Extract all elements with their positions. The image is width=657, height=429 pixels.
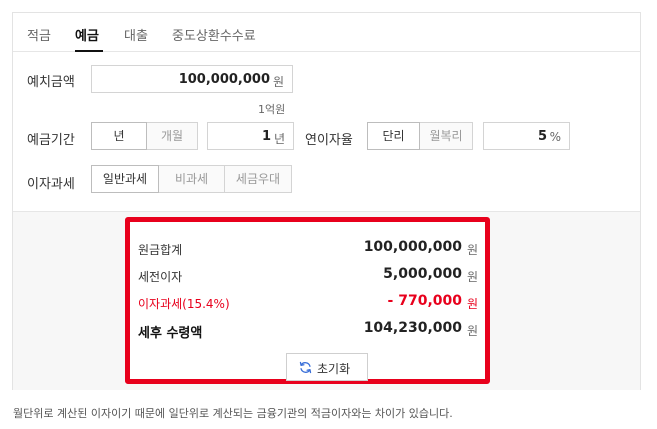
principal-label: 원금합계 bbox=[138, 243, 183, 257]
deposit-amount-unit: 원 bbox=[272, 75, 284, 89]
reset-label: 초기화 bbox=[317, 362, 351, 376]
tab-loan[interactable]: 대출 bbox=[124, 25, 148, 44]
tab-savings[interactable]: 적금 bbox=[27, 25, 51, 44]
tax-option-general[interactable]: 일반과세 bbox=[91, 165, 159, 193]
interest-tax-unit: 원 bbox=[466, 297, 478, 311]
after-tax-unit: 원 bbox=[466, 324, 478, 338]
pretax-interest-value: 5,000,000 bbox=[383, 266, 462, 282]
rate-label: 연이자율 bbox=[305, 133, 353, 148]
period-unit-year[interactable]: 년 bbox=[91, 122, 147, 150]
deposit-amount-value: 100,000,000 bbox=[178, 72, 270, 87]
rate-type-monthly-compound[interactable]: 월복리 bbox=[419, 122, 473, 150]
tab-deposit[interactable]: 예금 bbox=[75, 25, 99, 44]
result-row-interest-tax: 이자과세(15.4%) - 770,000 원 bbox=[138, 293, 478, 313]
after-tax-value: 104,230,000 bbox=[363, 320, 462, 336]
tab-prepayment-fee[interactable]: 중도상환수수료 bbox=[172, 25, 256, 44]
result-row-after-tax: 세후 수령액 104,230,000 원 bbox=[138, 320, 478, 341]
principal-value: 100,000,000 bbox=[363, 239, 462, 255]
calculator-card: 적금 예금 대출 중도상환수수료 예치금액 100,000,000 원 1억원 … bbox=[12, 12, 641, 390]
period-input[interactable]: 1 년 bbox=[207, 122, 294, 150]
result-box: 원금합계 100,000,000 원 세전이자 5,000,000 원 이자과세… bbox=[125, 217, 490, 384]
interest-tax-label: 이자과세(15.4%) bbox=[138, 297, 230, 311]
deposit-amount-hint: 1억원 bbox=[258, 103, 286, 116]
period-value: 1 bbox=[261, 129, 271, 144]
refresh-icon bbox=[299, 361, 312, 374]
period-unit: 년 bbox=[273, 132, 285, 146]
pretax-interest-unit: 원 bbox=[466, 270, 478, 284]
rate-value: 5 bbox=[537, 129, 547, 144]
rate-unit: % bbox=[549, 130, 561, 144]
tax-option-exempt[interactable]: 비과세 bbox=[158, 165, 225, 193]
tab-bar: 적금 예금 대출 중도상환수수료 bbox=[13, 13, 640, 52]
deposit-amount-input[interactable]: 100,000,000 원 bbox=[91, 65, 293, 93]
result-area: 원금합계 100,000,000 원 세전이자 5,000,000 원 이자과세… bbox=[13, 211, 640, 390]
tax-label: 이자과세 bbox=[27, 177, 75, 192]
result-row-pretax-interest: 세전이자 5,000,000 원 bbox=[138, 266, 478, 286]
principal-unit: 원 bbox=[466, 243, 478, 257]
period-label: 예금기간 bbox=[27, 133, 75, 148]
tax-option-preferential[interactable]: 세금우대 bbox=[224, 165, 292, 193]
rate-type-simple[interactable]: 단리 bbox=[367, 122, 420, 150]
active-tab-indicator bbox=[75, 50, 103, 52]
result-row-principal: 원금합계 100,000,000 원 bbox=[138, 239, 478, 259]
period-unit-month[interactable]: 개월 bbox=[146, 122, 198, 150]
interest-tax-value: - 770,000 bbox=[387, 293, 462, 309]
reset-button[interactable]: 초기화 bbox=[286, 353, 368, 381]
footnote: 월단위로 계산된 이자이기 때문에 일단위로 계산되는 금융기관의 적금이자와는… bbox=[13, 407, 453, 420]
deposit-label: 예치금액 bbox=[27, 75, 75, 90]
after-tax-label: 세후 수령액 bbox=[138, 326, 203, 341]
pretax-interest-label: 세전이자 bbox=[138, 270, 183, 284]
rate-input[interactable]: 5 % bbox=[483, 122, 570, 150]
